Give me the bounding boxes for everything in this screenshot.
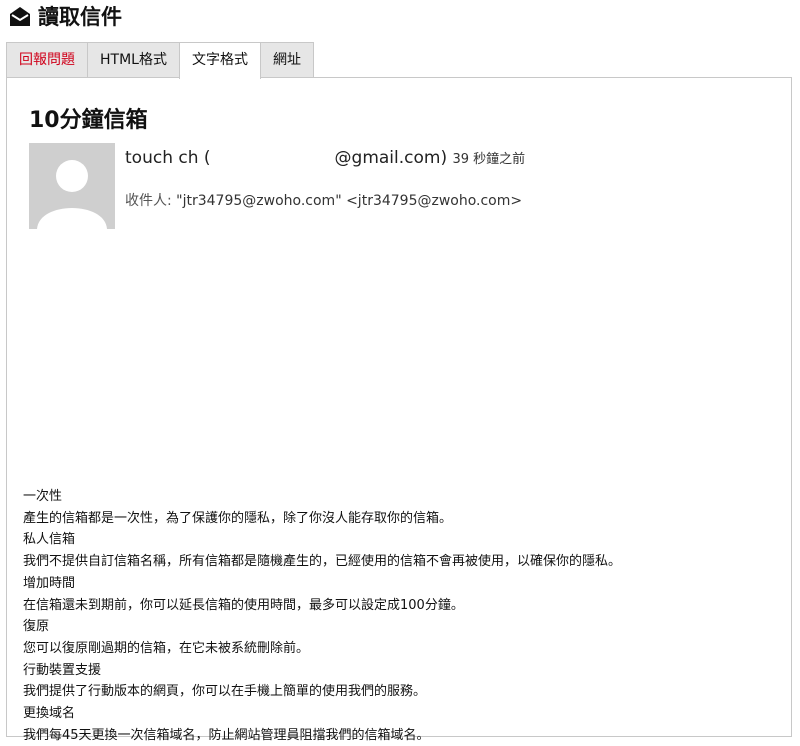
view-tabs: 回報問題 HTML格式 文字格式 網址: [6, 42, 314, 79]
sender-email: @gmail.com): [334, 148, 448, 168]
body-line: 在信箱還未到期前，你可以延長信箱的使用時間，最多可以設定成100分鐘。: [23, 597, 464, 613]
message-body: 一次性 產生的信箱都是一次性，為了保護你的隱私，除了你沒人能存取你的信箱。 私人…: [23, 486, 783, 746]
tab-report-problem[interactable]: 回報問題: [6, 42, 88, 78]
received-time: 39 秒鐘之前: [452, 152, 526, 167]
body-line: 復原: [23, 619, 50, 635]
body-line: 產生的信箱都是一次性，為了保護你的隱私，除了你沒人能存取你的信箱。: [23, 510, 453, 526]
sender-name: touch ch (: [125, 148, 211, 168]
default-avatar: [29, 143, 115, 229]
sender-line: touch ch ( @gmail.com) 39 秒鐘之前: [125, 148, 525, 168]
envelope-open-icon: [8, 5, 32, 29]
person-silhouette-icon: [37, 160, 107, 229]
body-line: 一次性: [23, 489, 63, 504]
page-title: 讀取信件: [38, 5, 122, 29]
mailbox-title: 10分鐘信箱: [29, 108, 148, 133]
message-panel: 10分鐘信箱 touch ch ( @gmail.com) 39 秒鐘之前 收件人…: [6, 77, 792, 743]
recipient-value: "jtr34795@zwoho.com" <jtr34795@zwoho.com…: [176, 193, 523, 209]
tab-url[interactable]: 網址: [259, 42, 314, 78]
recipient-label: 收件人:: [125, 193, 172, 209]
page-header: 讀取信件: [8, 4, 122, 30]
body-line: 我們提供了行動版本的網頁，你可以在手機上簡單的使用我們的服務。: [23, 684, 427, 700]
body-line: 您可以復原剛過期的信箱，在它未被系統刪除前。: [23, 640, 310, 656]
recipient-line: 收件人: "jtr34795@zwoho.com" <jtr34795@zwoh…: [125, 190, 522, 210]
body-line: 我們不提供自訂信箱名稱，所有信箱都是隨機產生的，已經使用的信箱不會再被使用，以確…: [23, 554, 622, 570]
body-line: 更換域名: [23, 706, 76, 722]
body-line: 我們每45天更換一次信箱域名，防止網站管理員阻擋我們的信箱域名。: [23, 727, 430, 743]
body-line: 行動裝置支援: [23, 662, 102, 678]
body-line: 增加時間: [23, 575, 76, 591]
tab-html-format[interactable]: HTML格式: [87, 42, 180, 78]
tab-text-format[interactable]: 文字格式: [178, 42, 261, 79]
body-line: 私人信箱: [23, 532, 76, 548]
